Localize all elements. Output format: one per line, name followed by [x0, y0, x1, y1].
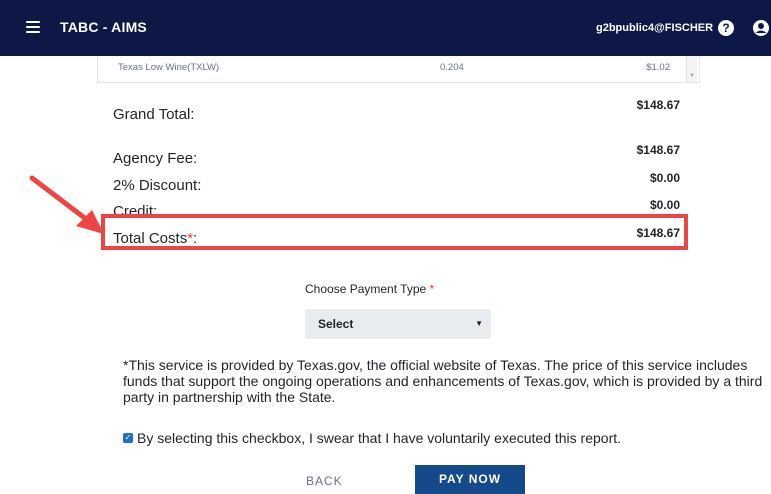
agency-fee-value: $148.67	[636, 143, 680, 157]
payment-type-text: Choose Payment Type	[305, 282, 427, 296]
grand-total-label: Grand Total:	[113, 106, 195, 123]
table-cell-type: Texas Low Wine(TXLW)	[118, 62, 220, 73]
service-disclaimer: *This service is provided by Texas.gov, …	[123, 357, 763, 405]
table-cell-rate: 0.204	[440, 62, 464, 73]
scroll-down-icon[interactable]: ▼	[689, 73, 695, 79]
payment-type-value: Select	[318, 317, 354, 331]
fees-table-row: Texas Low Wine(TXLW) 0.204 $1.02 ▼	[97, 56, 700, 83]
payment-type-label: Choose Payment Type *	[305, 282, 434, 296]
top-navigation-bar: TABC - AIMS g2bpublic4@FISCHER ?	[0, 0, 771, 56]
agreement-row: ✓ By selecting this checkbox, I swear th…	[123, 430, 621, 446]
credit-value: $0.00	[649, 198, 680, 212]
grand-total-value: $148.67	[636, 98, 680, 112]
payment-type-select[interactable]: Select ▼	[305, 309, 491, 339]
help-icon[interactable]: ?	[718, 20, 734, 36]
agreement-text: By selecting this checkbox, I swear that…	[137, 430, 622, 446]
chevron-down-icon: ▼	[475, 319, 483, 328]
highlight-box	[101, 214, 688, 250]
user-account-icon[interactable]	[752, 19, 770, 37]
discount-label: 2% Discount:	[113, 177, 202, 194]
annotation-arrow-icon	[29, 175, 104, 234]
pay-now-button[interactable]: PAY NOW	[415, 465, 525, 494]
table-cell-amount: $1.02	[646, 62, 670, 73]
user-id: g2bpublic4@FISCHER	[596, 22, 714, 34]
agreement-checkbox[interactable]: ✓	[123, 433, 133, 443]
agency-fee-label: Agency Fee:	[113, 150, 198, 167]
menu-icon[interactable]	[26, 21, 40, 33]
payment-required-mark: *	[429, 282, 435, 296]
back-button[interactable]: BACK	[306, 474, 343, 488]
discount-value: $0.00	[649, 171, 680, 185]
app-title: TABC - AIMS	[60, 19, 147, 35]
